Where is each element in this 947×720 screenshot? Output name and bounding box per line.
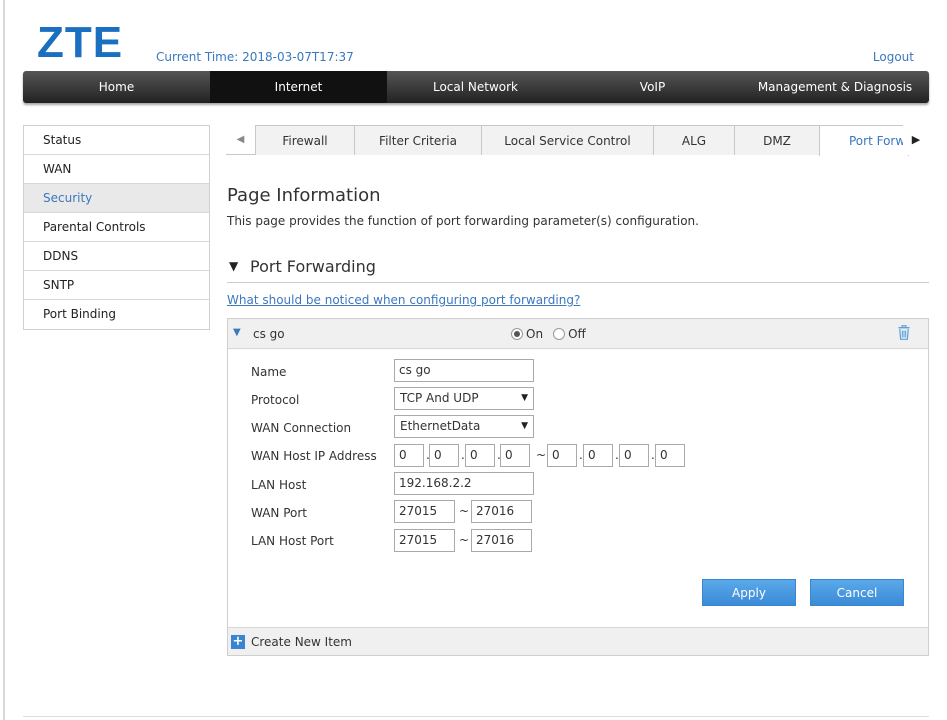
tab-local-service-control[interactable]: Local Service Control <box>481 125 654 155</box>
wan-ip-start-octet-1[interactable]: 0 <box>394 444 424 467</box>
wan-ip-end-octet-1[interactable]: 0 <box>547 444 577 467</box>
trash-icon[interactable] <box>898 325 910 340</box>
sidebar-item-sntp[interactable]: SNTP <box>24 271 209 300</box>
logout-link[interactable]: Logout <box>873 50 914 64</box>
sidebar: Status WAN Security Parental Controls DD… <box>23 125 210 330</box>
page-left-border <box>3 0 5 720</box>
page-title: Page Information <box>227 185 381 206</box>
wan-ip-end-octet-2[interactable]: 0 <box>583 444 613 467</box>
tab-port-forwarding[interactable]: Port Forw <box>819 125 909 156</box>
rule-form: Name cs go Protocol TCP And UDP ▼ WAN Co… <box>228 350 928 627</box>
rule-header[interactable]: ▼ cs go On Off <box>228 319 928 349</box>
wan-host-ip-label: WAN Host IP Address <box>251 449 377 463</box>
wan-ip-end-octet-4[interactable]: 0 <box>655 444 685 467</box>
dropdown-caret-icon: ▼ <box>521 421 528 431</box>
protocol-label: Protocol <box>251 393 300 407</box>
lan-port-end-field[interactable]: 27016 <box>471 529 532 552</box>
name-label: Name <box>251 365 287 379</box>
nav-home[interactable]: Home <box>23 71 210 103</box>
wan-ip-start-octet-2[interactable]: 0 <box>429 444 459 467</box>
tab-dmz[interactable]: DMZ <box>734 125 820 155</box>
rule-panel: ▼ cs go On Off Name cs go Protocol TCP A… <box>227 318 929 656</box>
wan-ip-start-octet-3[interactable]: 0 <box>465 444 495 467</box>
lan-port-start-field[interactable]: 27015 <box>394 529 455 552</box>
help-link[interactable]: What should be noticed when configuring … <box>227 293 580 307</box>
sub-tabs: ◀ Firewall Filter Criteria Local Service… <box>226 125 929 156</box>
nav-local-network[interactable]: Local Network <box>387 71 564 103</box>
wan-connection-label: WAN Connection <box>251 421 352 435</box>
radio-off[interactable] <box>553 328 566 340</box>
sidebar-item-port-binding[interactable]: Port Binding <box>24 300 209 329</box>
protocol-select[interactable]: TCP And UDP ▼ <box>394 387 534 410</box>
dropdown-caret-icon: ▼ <box>521 393 528 403</box>
triangle-right-icon[interactable]: ▶ <box>903 125 929 155</box>
cancel-button[interactable]: Cancel <box>810 579 904 606</box>
range-tilde: ~ <box>536 448 547 462</box>
triangle-left-icon[interactable]: ◀ <box>226 125 255 155</box>
wan-port-end-field[interactable]: 27016 <box>471 500 532 523</box>
page-description: This page provides the function of port … <box>227 214 699 228</box>
sidebar-item-security[interactable]: Security <box>24 184 209 213</box>
tab-firewall[interactable]: Firewall <box>255 125 355 155</box>
footer-divider <box>23 716 929 717</box>
lan-host-field[interactable]: 192.168.2.2 <box>394 472 534 495</box>
range-tilde: ~ <box>459 533 470 547</box>
wan-connection-select[interactable]: EthernetData ▼ <box>394 415 534 438</box>
wan-ip-end-octet-3[interactable]: 0 <box>619 444 649 467</box>
radio-off-label: Off <box>568 327 586 341</box>
nav-management-diagnosis[interactable]: Management & Diagnosis <box>741 71 929 103</box>
lan-host-port-label: LAN Host Port <box>251 534 334 548</box>
sidebar-item-wan[interactable]: WAN <box>24 155 209 184</box>
tab-filter-criteria[interactable]: Filter Criteria <box>354 125 482 155</box>
range-tilde: ~ <box>459 504 470 518</box>
plus-icon[interactable]: + <box>231 635 245 649</box>
top-navigation: Home Internet Local Network VoIP Managem… <box>23 71 929 103</box>
protocol-value: TCP And UDP <box>400 391 479 405</box>
current-time: Current Time: 2018-03-07T17:37 <box>156 50 354 64</box>
expand-triangle-icon[interactable]: ▼ <box>233 327 241 338</box>
lan-host-label: LAN Host <box>251 478 307 492</box>
section-header[interactable]: ▼ Port Forwarding <box>227 255 929 283</box>
collapse-triangle-icon[interactable]: ▼ <box>229 259 238 273</box>
section-title: Port Forwarding <box>250 257 376 276</box>
wan-port-start-field[interactable]: 27015 <box>394 500 455 523</box>
name-field[interactable]: cs go <box>394 359 534 382</box>
rule-state-toggle: On Off <box>511 327 596 341</box>
create-new-item-label[interactable]: Create New Item <box>251 635 352 649</box>
wan-ip-start-octet-4[interactable]: 0 <box>500 444 530 467</box>
create-new-item-bar[interactable]: + Create New Item <box>228 627 928 655</box>
zte-logo: ZTE <box>37 18 124 67</box>
apply-button[interactable]: Apply <box>702 579 796 606</box>
nav-voip[interactable]: VoIP <box>564 71 741 103</box>
sidebar-item-parental-controls[interactable]: Parental Controls <box>24 213 209 242</box>
rule-name: cs go <box>253 327 285 341</box>
tab-alg[interactable]: ALG <box>653 125 735 155</box>
wan-connection-value: EthernetData <box>400 419 481 433</box>
sidebar-item-status[interactable]: Status <box>24 126 209 155</box>
sidebar-item-ddns[interactable]: DDNS <box>24 242 209 271</box>
wan-port-label: WAN Port <box>251 506 307 520</box>
radio-on-label: On <box>526 327 544 341</box>
radio-on[interactable] <box>511 328 523 340</box>
nav-internet[interactable]: Internet <box>210 71 387 103</box>
